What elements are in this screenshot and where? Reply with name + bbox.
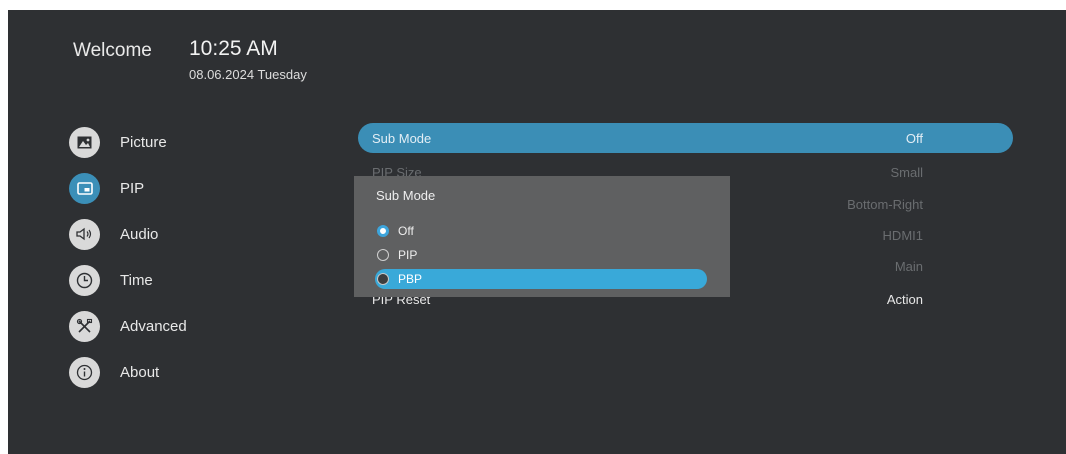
sidebar-item-label: About bbox=[120, 363, 160, 381]
tools-icon bbox=[69, 310, 100, 342]
option-label: PBP bbox=[398, 272, 423, 286]
info-icon bbox=[69, 356, 100, 388]
setting-value: HDMI1 bbox=[882, 228, 923, 243]
sidebar-item-time[interactable]: Time bbox=[69, 263, 289, 297]
sidebar-item-advanced[interactable]: Advanced bbox=[69, 309, 289, 343]
option-off[interactable]: Off bbox=[375, 221, 707, 241]
speaker-icon bbox=[69, 218, 100, 250]
tv-screen: Welcome 10:25 AM 08.06.2024 Tuesday Pict… bbox=[8, 10, 1066, 454]
picture-icon bbox=[69, 126, 100, 158]
option-pip[interactable]: PIP bbox=[375, 245, 707, 265]
settings-row-sub-mode[interactable]: Sub Mode Off bbox=[358, 123, 1013, 153]
radio-selected-icon bbox=[377, 225, 389, 237]
setting-value: Small bbox=[890, 165, 923, 180]
sidebar-item-picture[interactable]: Picture bbox=[69, 125, 289, 159]
option-pbp[interactable]: PBP bbox=[375, 269, 707, 289]
radio-empty-icon bbox=[377, 249, 389, 261]
sidebar-item-label: Time bbox=[120, 271, 153, 289]
setting-value: Bottom-Right bbox=[847, 197, 923, 212]
sidebar-item-pip[interactable]: PIP bbox=[69, 171, 289, 205]
dialog-title: Sub Mode bbox=[376, 188, 436, 203]
setting-label: Sub Mode bbox=[372, 131, 432, 146]
clock-time: 10:25 AM bbox=[189, 37, 278, 60]
option-label: PIP bbox=[398, 248, 418, 262]
clock-date: 08.06.2024 Tuesday bbox=[189, 67, 307, 82]
sidebar-item-audio[interactable]: Audio bbox=[69, 217, 289, 251]
sub-mode-dialog: Sub Mode Off PIP PBP bbox=[354, 176, 730, 297]
sidebar-item-label: Advanced bbox=[120, 317, 187, 335]
radio-empty-icon bbox=[377, 273, 389, 285]
sidebar-item-label: PIP bbox=[120, 179, 145, 197]
sidebar-item-label: Audio bbox=[120, 225, 159, 243]
sidebar-item-about[interactable]: About bbox=[69, 355, 289, 389]
setting-value: Main bbox=[894, 259, 923, 274]
option-label: Off bbox=[398, 224, 414, 238]
sidebar-item-label: Picture bbox=[120, 133, 167, 151]
pip-icon bbox=[69, 172, 100, 204]
setting-value: Off bbox=[905, 131, 923, 146]
setting-value: Action bbox=[886, 292, 923, 307]
welcome-text: Welcome bbox=[73, 40, 152, 61]
clock-icon bbox=[69, 264, 100, 296]
